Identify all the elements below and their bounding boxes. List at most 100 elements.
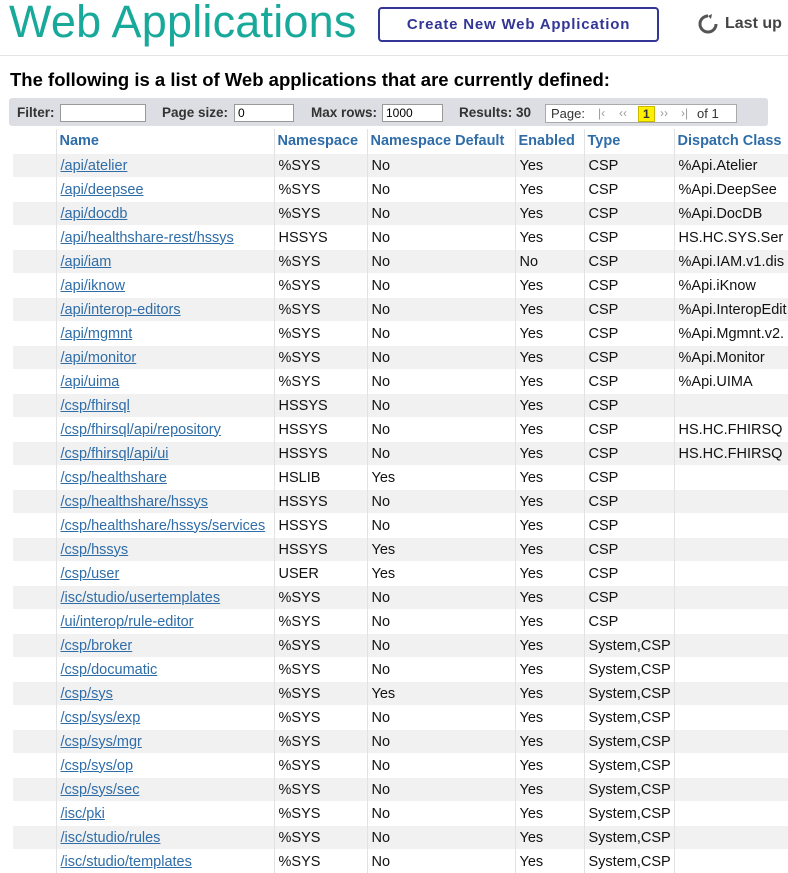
enabled-cell: Yes — [520, 494, 544, 510]
table-cell: No — [367, 778, 515, 802]
table-cell: /csp/fhirsql/api/ui — [56, 442, 274, 466]
app-name-link[interactable]: /api/monitor — [61, 350, 137, 366]
type-cell: CSP — [589, 374, 619, 390]
table-cell: %SYS — [274, 778, 367, 802]
max-rows-input[interactable] — [382, 104, 443, 122]
column-header-namespace-default[interactable]: Namespace Default — [367, 129, 515, 154]
row-gutter — [13, 562, 56, 586]
app-name-link[interactable]: /csp/healthshare/hssys — [61, 494, 209, 510]
app-name-link[interactable]: /api/iknow — [61, 278, 125, 294]
app-name-link[interactable]: /api/uima — [61, 374, 120, 390]
app-name-link[interactable]: /api/healthshare-rest/hssys — [61, 230, 234, 246]
app-name-link[interactable]: /csp/sys — [61, 686, 113, 702]
app-name-link[interactable]: /csp/documatic — [61, 662, 158, 678]
enabled-cell: Yes — [520, 782, 544, 798]
table-row: /ui/interop/rule-editor%SYSNoYesCSP — [13, 610, 788, 634]
column-header-dispatch-class[interactable]: Dispatch Class — [674, 129, 788, 154]
list-description: The following is a list of Web applicati… — [10, 69, 610, 91]
app-name-link[interactable]: /api/docdb — [61, 206, 128, 222]
app-name-link[interactable]: /isc/pki — [61, 806, 105, 822]
table-row: /csp/fhirsql/api/repositoryHSSYSNoYesCSP… — [13, 418, 788, 442]
app-name-link[interactable]: /isc/studio/templates — [61, 854, 192, 870]
table-cell: Yes — [515, 490, 584, 514]
app-name-link[interactable]: /csp/fhirsql — [61, 398, 130, 414]
table-cell: No — [367, 514, 515, 538]
app-name-link[interactable]: /api/interop-editors — [61, 302, 181, 318]
table-cell: %SYS — [274, 274, 367, 298]
table-row: /api/deepsee%SYSNoYesCSP%Api.DeepSee — [13, 178, 788, 202]
app-name-link[interactable]: /api/atelier — [61, 158, 128, 174]
app-name-link[interactable]: /isc/studio/rules — [61, 830, 161, 846]
column-header-namespace[interactable]: Namespace — [274, 129, 367, 154]
table-cell: Yes — [367, 466, 515, 490]
table-cell — [674, 706, 788, 730]
table-cell: Yes — [515, 826, 584, 850]
table-cell: %SYS — [274, 346, 367, 370]
row-gutter — [13, 826, 56, 850]
table-cell — [674, 610, 788, 634]
column-header-enabled[interactable]: Enabled — [515, 129, 584, 154]
table-cell: CSP — [584, 178, 674, 202]
table-cell: /isc/studio/templates — [56, 850, 274, 873]
first-page-button[interactable]: |‹ — [598, 106, 605, 120]
app-name-link[interactable]: /csp/broker — [61, 638, 133, 654]
app-name-link[interactable]: /csp/sys/mgr — [61, 734, 142, 750]
app-name-link[interactable]: /csp/hssys — [61, 542, 129, 558]
row-gutter — [13, 274, 56, 298]
app-name-link[interactable]: /csp/fhirsql/api/repository — [61, 422, 221, 438]
table-cell: No — [515, 250, 584, 274]
table-cell: Yes — [515, 418, 584, 442]
table-cell: %Api.Mgmnt.v2. — [674, 322, 788, 346]
dispatch-class-cell: %Api.InteropEdit — [679, 302, 787, 318]
next-page-button[interactable]: ›› — [660, 106, 668, 120]
app-name-link[interactable]: /csp/fhirsql/api/ui — [61, 446, 169, 462]
create-web-application-button[interactable]: Create New Web Application — [378, 7, 659, 42]
app-name-link[interactable]: /csp/user — [61, 566, 120, 582]
type-cell: CSP — [589, 542, 619, 558]
previous-page-button[interactable]: ‹‹ — [619, 106, 627, 120]
app-name-link[interactable]: /api/deepsee — [61, 182, 144, 198]
table-cell: No — [367, 826, 515, 850]
table-cell: No — [367, 586, 515, 610]
app-name-link[interactable]: /api/mgmnt — [61, 326, 133, 342]
current-page-button[interactable]: 1 — [638, 106, 655, 122]
enabled-cell: Yes — [520, 686, 544, 702]
column-header-name[interactable]: Name — [56, 129, 274, 154]
enabled-cell: Yes — [520, 302, 544, 318]
table-cell — [674, 394, 788, 418]
enabled-cell: Yes — [520, 758, 544, 774]
namespace-default-cell: No — [372, 638, 391, 654]
app-name-link[interactable]: /isc/studio/usertemplates — [61, 590, 221, 606]
table-row: /csp/broker%SYSNoYesSystem,CSP — [13, 634, 788, 658]
page-size-input[interactable] — [234, 104, 294, 122]
app-name-link[interactable]: /csp/healthshare — [61, 470, 167, 486]
row-gutter — [13, 682, 56, 706]
app-name-link[interactable]: /csp/sys/op — [61, 758, 134, 774]
table-cell — [674, 658, 788, 682]
table-cell: %SYS — [274, 826, 367, 850]
refresh-icon[interactable] — [697, 13, 719, 35]
table-cell — [674, 586, 788, 610]
row-gutter — [13, 466, 56, 490]
filter-input[interactable] — [60, 104, 146, 122]
namespace-cell: %SYS — [279, 182, 321, 198]
app-name-link[interactable]: /api/iam — [61, 254, 112, 270]
enabled-cell: Yes — [520, 470, 544, 486]
column-header-type[interactable]: Type — [584, 129, 674, 154]
namespace-cell: %SYS — [279, 302, 321, 318]
namespace-cell: %SYS — [279, 374, 321, 390]
app-name-link[interactable]: /csp/sys/exp — [61, 710, 141, 726]
table-cell: %Api.IAM.v1.dis — [674, 250, 788, 274]
table-cell: Yes — [515, 370, 584, 394]
table-cell: HSSYS — [274, 490, 367, 514]
type-cell: CSP — [589, 158, 619, 174]
app-name-link[interactable]: /csp/healthshare/hssys/services — [61, 518, 266, 534]
last-page-button[interactable]: ›| — [681, 106, 688, 120]
row-gutter — [13, 610, 56, 634]
table-cell: HSSYS — [274, 514, 367, 538]
app-name-link[interactable]: /csp/sys/sec — [61, 782, 140, 798]
last-update-status[interactable]: Last up — [697, 11, 782, 37]
app-name-link[interactable]: /ui/interop/rule-editor — [61, 614, 194, 630]
table-row: /csp/sys%SYSYesYesSystem,CSP — [13, 682, 788, 706]
table-cell: No — [367, 442, 515, 466]
